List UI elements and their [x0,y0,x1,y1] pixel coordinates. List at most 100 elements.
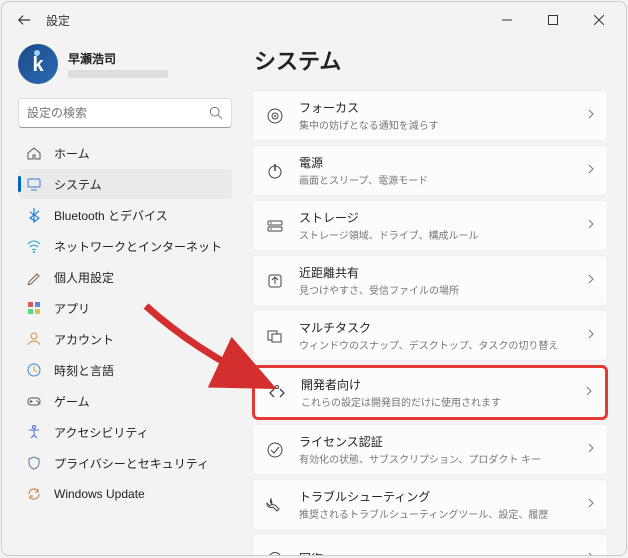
setting-subtitle: 有効化の状態、サブスクリプション、プロダクト キー [299,451,571,466]
settings-window: 設定 k 早瀬浩司 ホームシステムBluetooth とデバイスネットワークとイ… [1,1,627,556]
search-box[interactable] [18,98,232,128]
profile-name: 早瀬浩司 [68,50,168,67]
chevron-right-icon [585,162,597,180]
sidebar-item-privacy[interactable]: プライバシーとセキュリティ [18,448,232,478]
chevron-right-icon [585,441,597,459]
sidebar-item-home[interactable]: ホーム [18,138,232,168]
sidebar-item-time[interactable]: 時刻と言語 [18,355,232,385]
nav-list: ホームシステム Bluetooth とデバイスネットワークとインターネット個人用設… [18,138,232,509]
power-icon [265,161,285,181]
setting-item-share[interactable]: 近距離共有 見つけやすさ、受信ファイルの場所 [252,255,608,306]
setting-item-activation[interactable]: ライセンス認証 有効化の状態、サブスクリプション、プロダクト キー [252,424,608,475]
system-icon [26,176,42,192]
chevron-right-icon [585,217,597,235]
minimize-button[interactable] [484,4,530,36]
developer-icon [267,383,287,403]
setting-subtitle: 画面とスリープ、電源モード [299,172,571,187]
arrow-left-icon [17,13,31,27]
setting-subtitle: これらの設定は開発目的だけに使用されます [301,394,569,409]
sidebar-item-label: ゲーム [54,393,90,410]
time-icon [26,362,42,378]
setting-subtitle: ストレージ領域、ドライブ、構成ルール [299,227,571,242]
setting-title: 回復 [299,550,571,555]
setting-subtitle: 集中の妨げとなる通知を減らす [299,117,571,132]
setting-item-developer[interactable]: 開発者向け これらの設定は開発目的だけに使用されます [252,365,608,420]
sidebar-item-label: プライバシーとセキュリティ [54,455,209,472]
share-icon [265,271,285,291]
chevron-right-icon [585,496,597,514]
sidebar-item-personalize[interactable]: 個人用設定 [18,262,232,292]
titlebar: 設定 [2,2,626,38]
chevron-right-icon [585,107,597,125]
home-icon [26,145,42,161]
sidebar-item-label: アプリ [54,300,90,317]
setting-item-recovery[interactable]: 回復 [252,534,608,555]
settings-list: フォーカス 集中の妨げとなる通知を減らす 電源 画面とスリープ、電源モード スト… [252,90,608,555]
profile-section[interactable]: k 早瀬浩司 [18,40,232,94]
window-controls [484,4,622,36]
setting-item-power[interactable]: 電源 画面とスリープ、電源モード [252,145,608,196]
setting-item-multitask[interactable]: マルチタスク ウィンドウのスナップ、デスクトップ、タスクの切り替え [252,310,608,361]
sidebar-item-apps[interactable]: アプリ [18,293,232,323]
setting-text: 開発者向け これらの設定は開発目的だけに使用されます [301,376,569,409]
sidebar-item-label: アカウント [54,331,114,348]
update-icon [26,486,42,502]
setting-text: トラブルシューティング 推奨されるトラブルシューティングツール、設定、履歴 [299,488,571,521]
setting-title: 開発者向け [301,376,569,393]
setting-title: フォーカス [299,99,571,116]
troubleshoot-icon [265,495,285,515]
setting-text: 電源 画面とスリープ、電源モード [299,154,571,187]
sidebar-item-label: 個人用設定 [54,269,114,286]
setting-subtitle: 見つけやすさ、受信ファイルの場所 [299,282,571,297]
chevron-right-icon [585,272,597,290]
setting-title: 近距離共有 [299,264,571,281]
sidebar-item-update[interactable]: Windows Update [18,479,232,509]
setting-title: マルチタスク [299,319,571,336]
game-icon [26,393,42,409]
multitask-icon [265,326,285,346]
setting-text: 近距離共有 見つけやすさ、受信ファイルの場所 [299,264,571,297]
main-content: システム フォーカス 集中の妨げとなる通知を減らす 電源 画面とスリープ、電源モ… [242,38,626,555]
apps-icon [26,300,42,316]
page-title: システム [254,44,608,76]
setting-text: フォーカス 集中の妨げとなる通知を減らす [299,99,571,132]
network-icon [26,238,42,254]
personalize-icon [26,269,42,285]
setting-item-troubleshoot[interactable]: トラブルシューティング 推奨されるトラブルシューティングツール、設定、履歴 [252,479,608,530]
setting-title: ライセンス認証 [299,433,571,450]
focus-icon [265,106,285,126]
recovery-icon [265,549,285,555]
chevron-right-icon [583,384,595,402]
sidebar-item-system[interactable]: システム [18,169,232,199]
setting-title: ストレージ [299,209,571,226]
sidebar-item-network[interactable]: ネットワークとインターネット [18,231,232,261]
privacy-icon [26,455,42,471]
setting-title: 電源 [299,154,571,171]
sidebar-item-label: アクセシビリティ [54,424,149,441]
sidebar-item-label: 時刻と言語 [54,362,114,379]
sidebar-item-bluetooth[interactable]: Bluetooth とデバイス [18,200,232,230]
close-button[interactable] [576,4,622,36]
sidebar-item-label: Windows Update [54,487,145,501]
storage-icon [265,216,285,236]
sidebar-item-accessibility[interactable]: アクセシビリティ [18,417,232,447]
accessibility-icon [26,424,42,440]
sidebar-item-label: Bluetooth とデバイス [54,207,168,224]
search-input[interactable] [27,106,209,120]
back-button[interactable] [6,2,42,38]
sidebar-item-game[interactable]: ゲーム [18,386,232,416]
sidebar: k 早瀬浩司 ホームシステム Bluetooth とデバイスネットワークとインター… [2,38,242,555]
chevron-right-icon [585,327,597,345]
sidebar-item-label: ホーム [54,145,90,162]
sidebar-item-account[interactable]: アカウント [18,324,232,354]
setting-item-storage[interactable]: ストレージ ストレージ領域、ドライブ、構成ルール [252,200,608,251]
body: k 早瀬浩司 ホームシステムBluetooth とデバイスネットワークとインター… [2,38,626,555]
activation-icon [265,440,285,460]
close-icon [594,15,604,25]
sidebar-item-label: システム [54,176,102,193]
setting-item-focus[interactable]: フォーカス 集中の妨げとなる通知を減らす [252,90,608,141]
account-icon [26,331,42,347]
maximize-button[interactable] [530,4,576,36]
setting-subtitle: 推奨されるトラブルシューティングツール、設定、履歴 [299,506,571,521]
bluetooth-icon [26,207,42,223]
